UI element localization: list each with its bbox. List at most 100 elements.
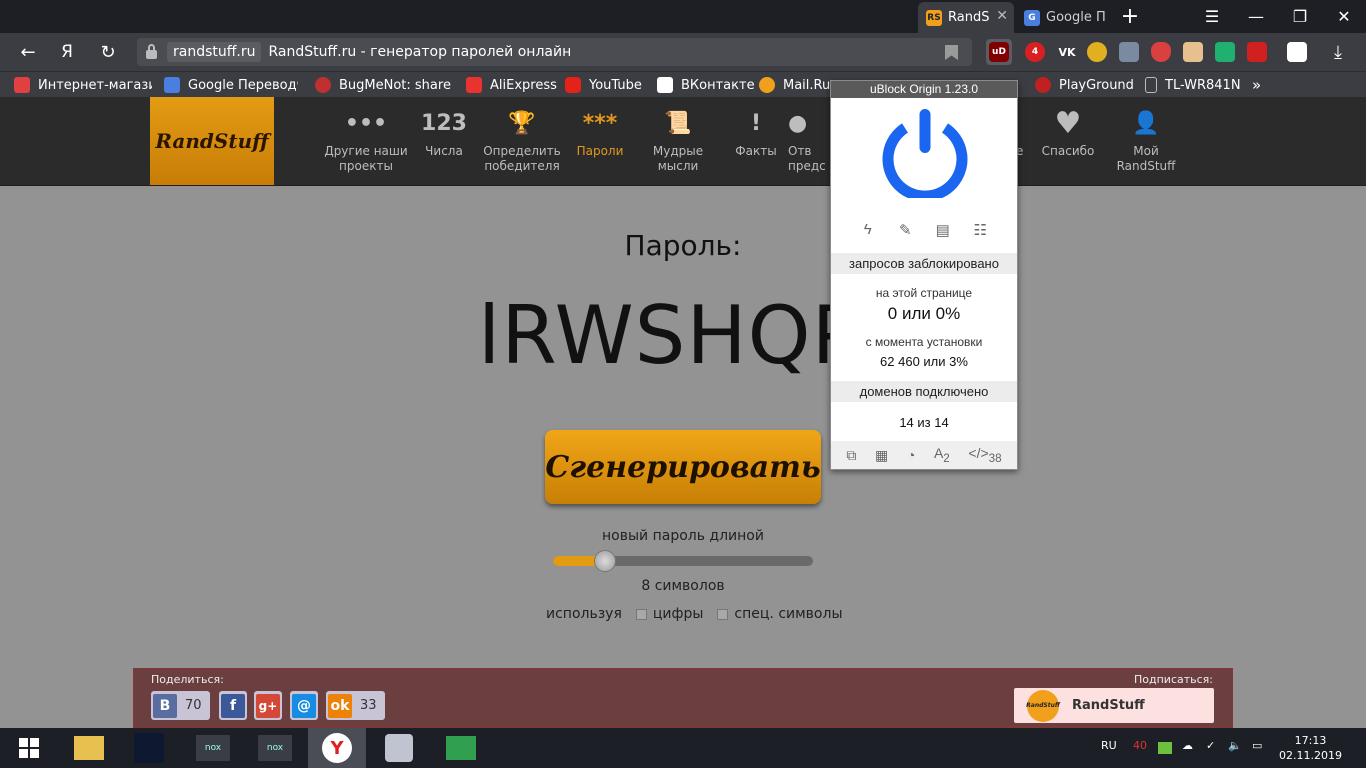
url-domain: randstuff.ru xyxy=(167,42,262,62)
chat-extension-button[interactable] xyxy=(1284,39,1310,65)
since-install-value: 62 460 или 3% xyxy=(880,354,968,369)
bookmarks-more-button[interactable]: » xyxy=(1252,76,1261,94)
taskbar-monitor[interactable] xyxy=(432,728,490,768)
blocked-header: запросов заблокировано xyxy=(831,253,1017,274)
scroll-icon: 📜 xyxy=(664,110,692,136)
nav-other-projects[interactable]: ••• Другие наши проекты xyxy=(324,107,408,174)
nav-numbers[interactable]: 123 Числа xyxy=(402,107,486,159)
taskbar-yandex-browser[interactable]: Y xyxy=(308,728,366,768)
taskbar-app-dark[interactable] xyxy=(120,728,178,768)
nav-facts[interactable]: ! Факты xyxy=(714,107,798,159)
close-icon[interactable]: ✕ xyxy=(996,8,1008,24)
back-arrow-icon[interactable]: ← xyxy=(16,40,40,64)
vk-extension-button[interactable]: VK xyxy=(1054,39,1080,65)
page-content: RandStuff ••• Другие наши проекты 123 Чи… xyxy=(0,97,1366,728)
font-block-icon[interactable]: A2 xyxy=(934,445,950,465)
script-block-icon[interactable]: </>38 xyxy=(968,445,1001,465)
tab-randstuff[interactable]: RS RandS ✕ xyxy=(918,2,1014,33)
taskbar-explorer[interactable] xyxy=(60,728,118,768)
tray-counter[interactable]: 40 xyxy=(1133,739,1147,752)
eyedropper-icon[interactable]: ✎ xyxy=(895,221,915,241)
randstuff-favicon-icon: RS xyxy=(926,9,942,26)
minimize-icon[interactable]: — xyxy=(1244,4,1268,28)
network-icon[interactable]: ▭ xyxy=(1252,739,1262,752)
bookmark-label: YouTube xyxy=(589,77,642,93)
length-slider[interactable] xyxy=(553,550,813,572)
bookmark-item[interactable]: YouTube xyxy=(565,76,642,94)
special-chars-checkbox[interactable] xyxy=(717,608,729,620)
bookmark-item[interactable]: AliExpress xyxy=(466,76,557,94)
restore-icon[interactable]: ❐ xyxy=(1288,4,1312,28)
lightning-icon[interactable]: ϟ xyxy=(858,221,878,241)
share-ok-button[interactable]: ok 33 xyxy=(326,691,385,720)
cosmetic-filter-icon[interactable]: ◔ xyxy=(907,447,915,463)
face-extension-button[interactable] xyxy=(1180,39,1206,65)
bookmark-item[interactable]: Mail.Ru xyxy=(759,76,831,94)
subscribe-button[interactable]: RandStuff RandStuff xyxy=(1014,688,1214,723)
share-mailru-button[interactable]: @ xyxy=(290,691,318,720)
start-button[interactable] xyxy=(0,728,58,768)
shield-tray-icon[interactable]: ✓ xyxy=(1206,739,1215,752)
share-vk-button[interactable]: В 70 xyxy=(151,691,210,720)
volume-icon[interactable]: 🔈 xyxy=(1228,739,1242,752)
cloud-icon[interactable]: ☁ xyxy=(1182,739,1193,752)
aliexpress-icon xyxy=(466,77,482,93)
omnibox[interactable]: randstuff.ru RandStuff.ru - генератор па… xyxy=(137,38,972,66)
ublock-extension-button[interactable]: uD xyxy=(986,39,1012,65)
bookmark-item[interactable]: TL-WR841N xyxy=(1145,76,1241,94)
digits-checkbox[interactable] xyxy=(635,608,647,620)
bookmark-item[interactable]: Интернет-магазин xyxy=(14,76,152,94)
share-facebook-button[interactable]: f xyxy=(219,691,247,720)
language-indicator[interactable]: RU xyxy=(1101,739,1117,752)
nav-thanks[interactable]: ♥ Спасибо xyxy=(1026,107,1110,159)
digits-label[interactable]: цифры xyxy=(653,606,704,622)
new-tab-button[interactable]: + xyxy=(1118,4,1142,29)
adblock-extension-button[interactable]: 4 xyxy=(1022,39,1048,65)
close-window-icon[interactable]: ✕ xyxy=(1332,4,1356,28)
nav-label: Мой RandStuff xyxy=(1116,144,1176,173)
green-extension-button[interactable] xyxy=(1212,39,1238,65)
logger-icon[interactable]: ▤ xyxy=(933,221,953,241)
menu-icon[interactable]: ☰ xyxy=(1200,4,1224,28)
nav-winner[interactable]: 🏆 Определить победителя xyxy=(480,107,564,174)
domains-header: доменов подключено xyxy=(831,381,1017,402)
coin-extension-button[interactable] xyxy=(1084,39,1110,65)
password-value[interactable]: lRWSHQP xyxy=(478,289,861,382)
bookmark-item[interactable]: BugMeNot: share l xyxy=(315,76,451,94)
site-logo[interactable]: RandStuff xyxy=(150,97,274,185)
bookmark-item[interactable]: ВКонтакте xyxy=(657,76,755,94)
bookmark-item[interactable]: PlayGround xyxy=(1035,76,1134,94)
shield-extension-button[interactable] xyxy=(1148,39,1174,65)
slider-handle[interactable] xyxy=(594,550,616,572)
clock[interactable]: 17:13 02.11.2019 xyxy=(1279,733,1342,763)
warning-icon: ! xyxy=(750,110,762,136)
vk-share-count: 70 xyxy=(185,698,202,713)
taskbar-nox-1[interactable]: nox xyxy=(184,728,242,768)
windows-icon xyxy=(19,738,39,758)
nav-passwords[interactable]: *** Пароли xyxy=(558,107,642,159)
yandex-button[interactable]: Я xyxy=(55,40,79,64)
sliders-icon[interactable]: ☷ xyxy=(970,221,990,241)
nvidia-icon[interactable] xyxy=(1158,742,1172,754)
mailru-icon xyxy=(759,77,775,93)
generate-button[interactable]: Сгенерировать xyxy=(545,430,821,504)
bookmark-item[interactable]: Google Переводч xyxy=(164,76,298,94)
nav-my-randstuff[interactable]: 👤 Мой RandStuff xyxy=(1104,107,1188,174)
power-button-icon[interactable] xyxy=(879,106,971,198)
downloads-icon[interactable]: ⤓ xyxy=(1326,40,1350,64)
download-extension-button[interactable] xyxy=(1116,39,1142,65)
media-block-icon[interactable]: ▦ xyxy=(875,447,888,464)
taskbar-snipping[interactable] xyxy=(370,728,428,768)
popup-block-icon[interactable]: ⧉ xyxy=(846,447,856,464)
special-chars-label[interactable]: спец. символы xyxy=(734,606,842,622)
bookmark-icon[interactable] xyxy=(945,45,958,60)
share-googleplus-button[interactable]: g+ xyxy=(254,691,282,720)
ublock-toolbar: ϟ ✎ ▤ ☷ xyxy=(831,221,1017,241)
taskbar-nox-2[interactable]: nox xyxy=(246,728,304,768)
site-header: RandStuff ••• Другие наши проекты 123 Чи… xyxy=(0,97,1366,186)
nox-icon: nox xyxy=(196,735,230,761)
reload-icon[interactable]: ↻ xyxy=(96,40,120,64)
red-extension-button[interactable] xyxy=(1244,39,1270,65)
nav-wise-thoughts[interactable]: 📜 Мудрые мысли xyxy=(636,107,720,174)
tab-google-translate[interactable]: G Google П xyxy=(1016,2,1112,33)
